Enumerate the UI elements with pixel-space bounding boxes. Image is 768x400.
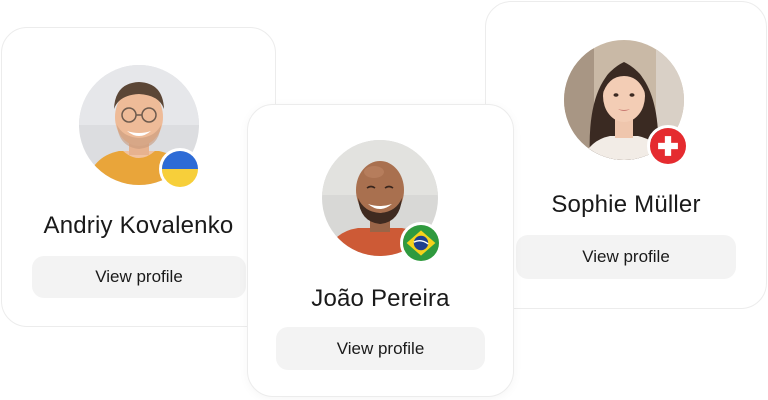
profile-name: Sophie Müller <box>551 191 701 218</box>
avatar-container <box>322 140 446 266</box>
brazil-flag-icon <box>400 222 442 264</box>
ukraine-flag-icon <box>159 148 201 190</box>
avatar-container <box>564 40 690 168</box>
profile-name: João Pereira <box>311 285 450 312</box>
profile-cards-stage: Andriy Kovalenko View profile Sophie Mül… <box>0 0 768 400</box>
view-profile-button[interactable]: View profile <box>516 235 736 279</box>
view-profile-button[interactable]: View profile <box>32 256 246 298</box>
view-profile-button[interactable]: View profile <box>276 327 485 370</box>
profile-card-joao: João Pereira View profile <box>247 104 514 397</box>
profile-card-sophie: Sophie Müller View profile <box>485 1 767 309</box>
profile-name: Andriy Kovalenko <box>43 212 234 239</box>
profile-card-andriy: Andriy Kovalenko View profile <box>1 27 276 327</box>
switzerland-flag-icon <box>647 125 689 167</box>
avatar-container <box>79 65 201 190</box>
